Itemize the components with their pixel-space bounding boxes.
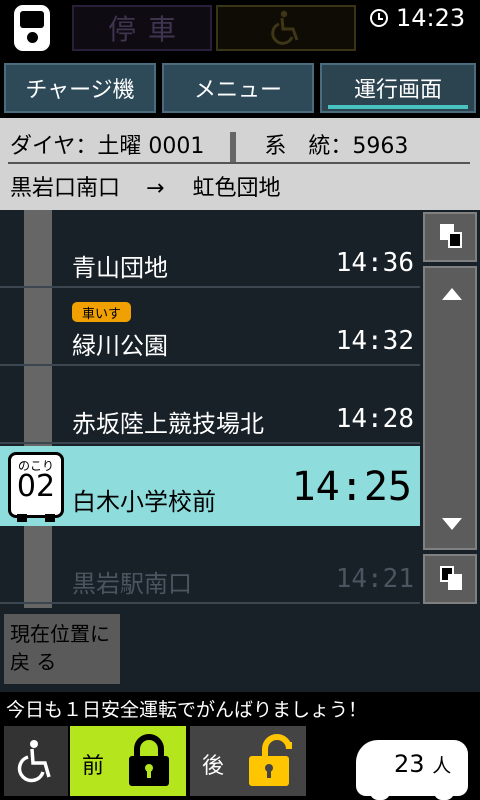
stop-time: 14:21 <box>335 564 414 594</box>
stop-row[interactable]: 車いす 緑川公園 14:32 <box>0 288 420 366</box>
tab-operation[interactable]: 運行画面 <box>320 63 476 113</box>
tab-charger[interactable]: チャージ機 <box>4 63 156 113</box>
lock-open-icon <box>249 734 292 786</box>
phone-icon <box>14 5 50 51</box>
button-label-line: 現在位置に <box>10 622 110 646</box>
divider <box>230 132 237 162</box>
remaining-count: 02 <box>16 469 56 504</box>
status-bar: 停車 14:23 <box>0 0 480 58</box>
stop-request-indicator: 停車 <box>72 5 212 51</box>
stop-time: 14:32 <box>335 326 414 356</box>
stop-name: 黒岩駅南口 <box>72 570 192 598</box>
remaining-stops-badge: のこり 02 <box>8 452 64 522</box>
wheelchair-badge: 車いす <box>72 302 132 322</box>
trip-info-line: ダイヤ：土曜 0001 系 統：5963 <box>10 128 408 162</box>
bus-wheel-icon <box>17 514 27 522</box>
lock-closed-icon <box>129 734 169 786</box>
front-door-lock-button[interactable]: 前 <box>70 726 186 796</box>
scroll-controls <box>420 210 480 608</box>
wheelchair-icon <box>17 740 51 783</box>
route-number: 系 統：5963 <box>264 134 409 159</box>
tab-bar: チャージ機 メニュー 運行画面 <box>0 58 480 118</box>
stop-time: 14:25 <box>291 464 412 510</box>
tab-label: チャージ機 <box>25 78 135 103</box>
clock-time: 14:23 <box>396 4 466 32</box>
tab-active-indicator <box>328 105 468 109</box>
bus-wheel-icon <box>434 790 454 800</box>
stop-row[interactable]: 青山団地 14:36 <box>0 210 420 288</box>
clock: 14:23 <box>370 4 465 32</box>
bus-wheel-icon <box>370 790 390 800</box>
arrow-icon: → <box>146 176 165 201</box>
list-footer: 現在位置に 戻 る <box>0 608 480 692</box>
page-first-button[interactable] <box>423 212 477 262</box>
page-top-icon <box>440 224 464 250</box>
button-label-line: 戻 る <box>10 650 57 674</box>
clock-icon <box>370 9 388 27</box>
stop-name: 緑川公園 <box>72 332 168 360</box>
bus-wheel-icon <box>45 514 55 522</box>
passenger-number: 23 人 <box>394 750 452 778</box>
rear-door-lock-button[interactable]: 後 <box>190 726 306 796</box>
stop-time: 14:28 <box>335 404 414 434</box>
tab-label: メニュー <box>193 78 282 103</box>
page-bottom-icon <box>440 566 464 592</box>
stop-name: 赤坂陸上競技場北 <box>72 410 264 438</box>
stop-time: 14:36 <box>335 248 414 278</box>
scroll-up-icon[interactable] <box>442 288 462 300</box>
bottom-bar: 前 後 23 人 <box>0 722 480 800</box>
scroll-down-icon[interactable] <box>442 518 462 530</box>
destination-stop: 虹色団地 <box>192 176 281 201</box>
message-ticker: 今日も１日安全運転でがんばりましょう！ <box>0 692 480 722</box>
tab-menu[interactable]: メニュー <box>162 63 314 113</box>
stop-name: 青山団地 <box>72 254 168 282</box>
stop-list[interactable]: 青山団地 14:36 車いす 緑川公園 14:32 赤坂陸上競技場北 14:28… <box>0 210 420 608</box>
tab-label: 運行画面 <box>353 78 442 103</box>
origin-stop: 黒岩口南口 <box>10 176 121 201</box>
wheelchair-icon <box>271 10 299 45</box>
door-label: 後 <box>202 754 225 779</box>
passenger-count: 23 人 <box>356 740 468 800</box>
trip-route-line: 黒岩口南口 → 虹色団地 <box>10 170 280 202</box>
wheelchair-button[interactable] <box>4 726 68 796</box>
stop-row[interactable]: 黒岩駅南口 14:21 <box>0 526 420 604</box>
scroll-bar[interactable] <box>423 266 477 550</box>
trip-info-panel: ダイヤ：土曜 0001 系 統：5963 黒岩口南口 → 虹色団地 <box>0 118 480 210</box>
wheelchair-indicator <box>216 5 356 51</box>
current-stop-row[interactable]: のこり 02 白木小学校前 14:25 <box>0 446 420 526</box>
door-label: 前 <box>82 754 105 779</box>
return-to-current-button[interactable]: 現在位置に 戻 る <box>4 614 120 684</box>
page-last-button[interactable] <box>423 554 477 604</box>
divider <box>8 162 470 164</box>
stop-name: 白木小学校前 <box>72 488 216 516</box>
diagram-label: ダイヤ：土曜 0001 <box>10 134 205 159</box>
stop-row[interactable]: 赤坂陸上競技場北 14:28 <box>0 366 420 444</box>
